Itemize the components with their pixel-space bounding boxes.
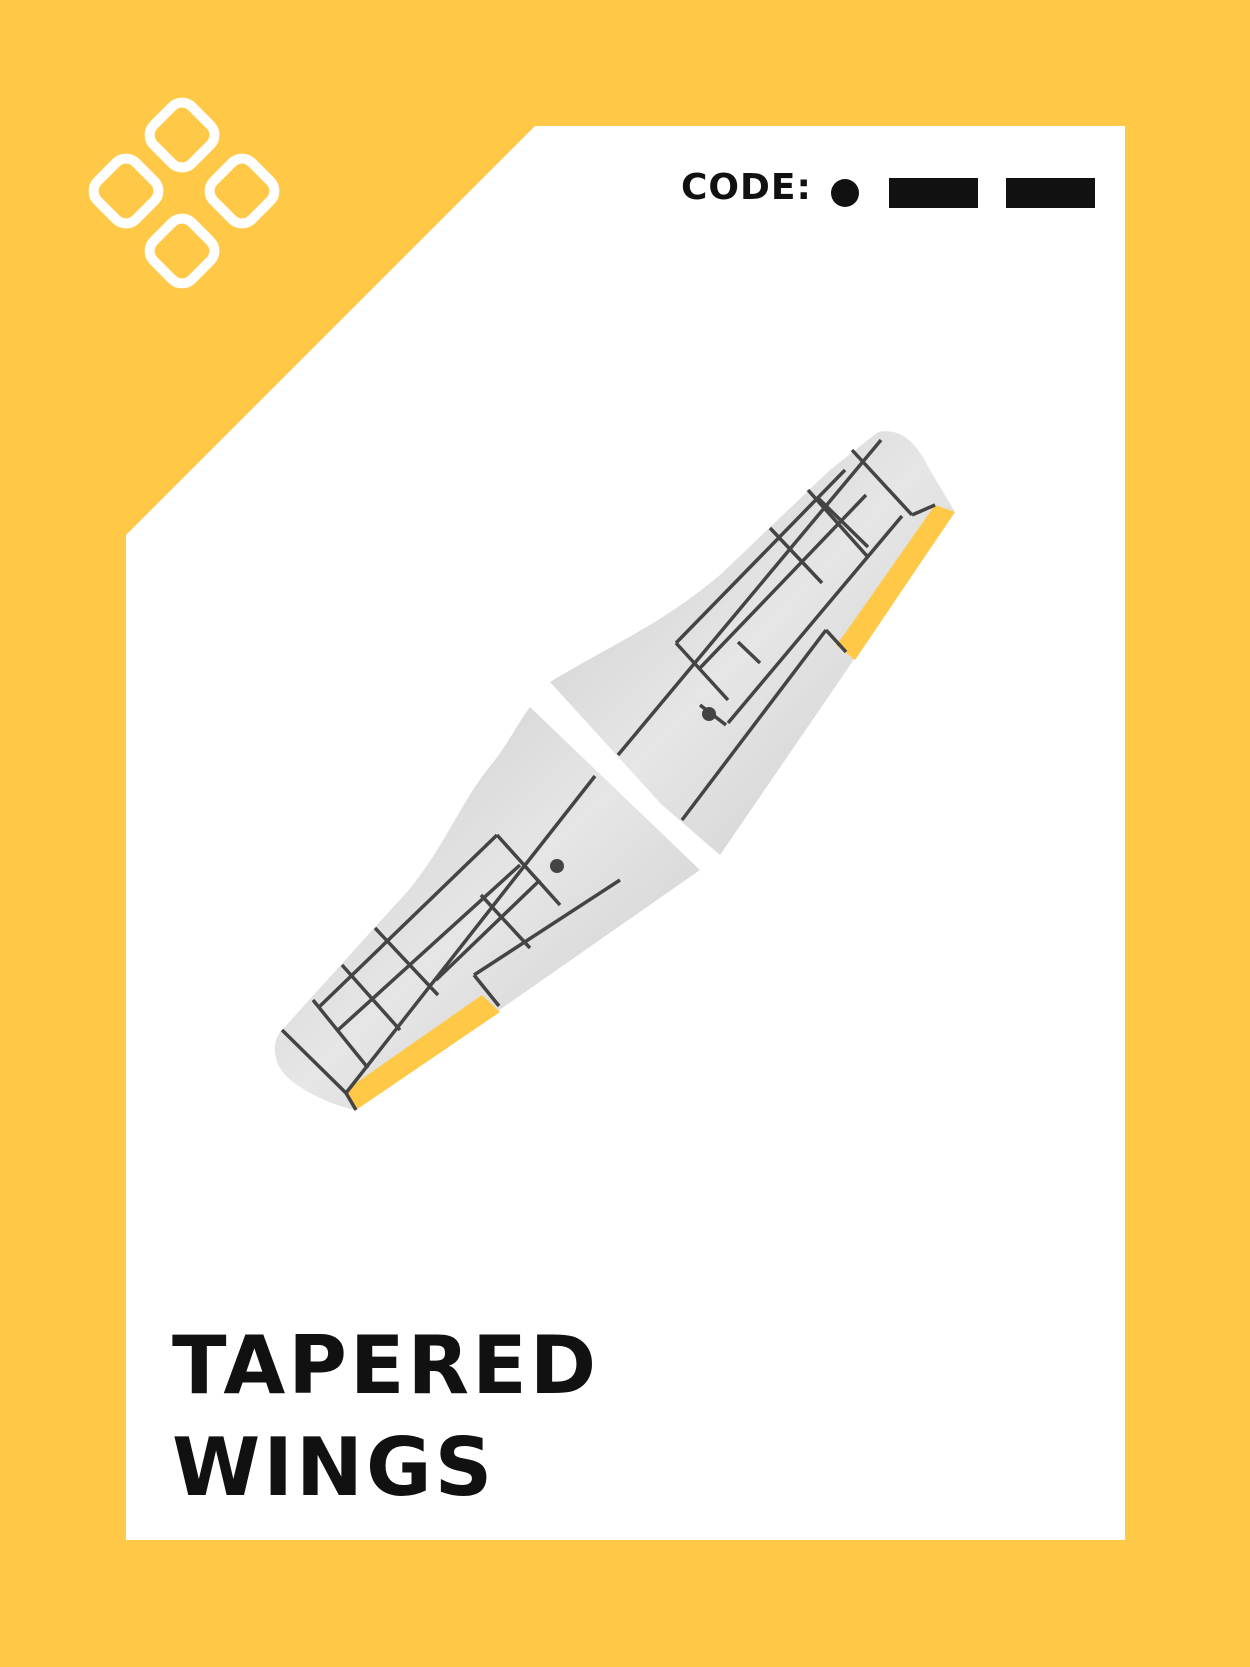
- code-dash: [1006, 178, 1095, 208]
- code-dash: [889, 178, 978, 208]
- card-title-line-1: TAPERED: [172, 1319, 600, 1412]
- code-dot: [831, 179, 859, 207]
- card-art: [0, 0, 1250, 1667]
- wing-marker-dot: [550, 859, 564, 873]
- code-label: CODE:: [681, 167, 812, 208]
- card-title-line-2: WINGS: [172, 1421, 496, 1514]
- card: CODE: TAPERED WINGS: [0, 0, 1250, 1667]
- wing-marker-dot: [702, 707, 716, 721]
